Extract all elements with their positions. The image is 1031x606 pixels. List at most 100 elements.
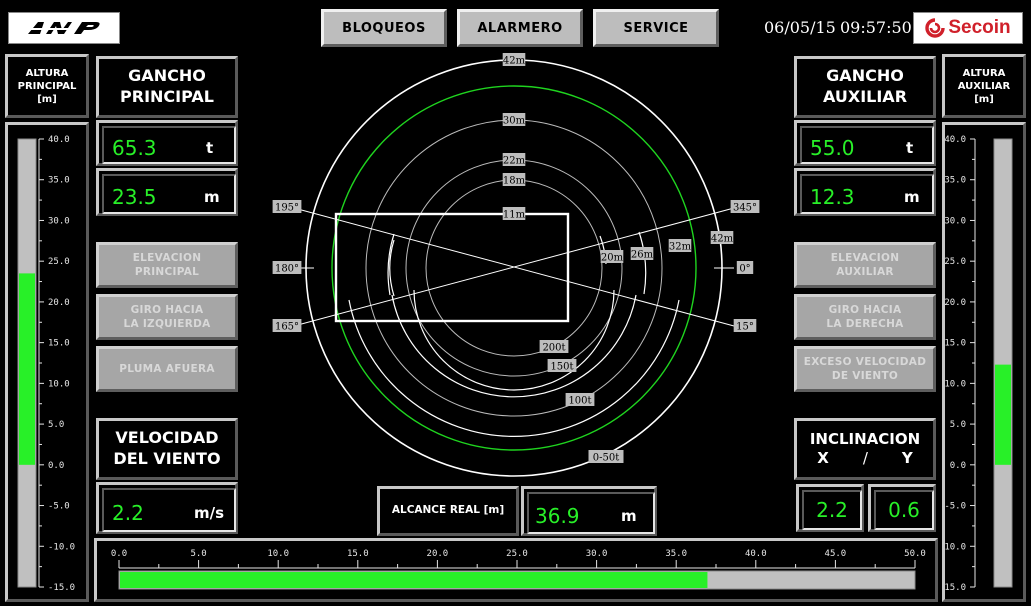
- reach-scale-panel: 0.0 5.0 10.0 15.0 20.0 25.0 30.0 35.0 40.0 45.0 50…: [94, 538, 938, 602]
- radius-label: 18m: [503, 176, 526, 187]
- auxiliar-load-value: 55.0: [810, 136, 855, 160]
- angle-label: 180°: [275, 264, 299, 275]
- auxiliar-load-display: 55.0 t: [794, 120, 936, 166]
- reach-fill: [120, 572, 708, 588]
- right-gauge-tick-label: 10.0: [945, 379, 966, 389]
- auxiliar-load-field: 55.0 t: [800, 126, 934, 164]
- secoin-brand-text: Secoin: [948, 17, 1011, 38]
- arc-label: 26m: [631, 250, 654, 261]
- exceso-viento-line2: DE VIENTO: [831, 370, 899, 382]
- elevacion-principal-line2: PRINCIPAL: [134, 266, 200, 278]
- giro-derecha-line2: LA DERECHA: [826, 318, 904, 330]
- giro-izquierda-line1: GIRO HACIA: [130, 303, 204, 316]
- capacity-label: 100t: [568, 396, 591, 407]
- reach-tick-label: 30.0: [586, 549, 608, 559]
- reach-tick-label: 25.0: [506, 549, 528, 559]
- velocidad-viento-title: VELOCIDAD DEL VIENTO: [96, 418, 238, 480]
- velocidad-viento-line1: VELOCIDAD: [115, 428, 219, 448]
- right-gauge-tick-label: 40.0: [945, 135, 966, 145]
- angle-label: 165°: [275, 322, 299, 333]
- giro-derecha-button[interactable]: GIRO HACIA LA DERECHA: [794, 294, 936, 340]
- principal-height-display: 23.5 m: [96, 168, 238, 216]
- gancho-auxiliar-title: GANCHO AUXILIAR: [794, 56, 936, 118]
- left-gauge-tick-label: 35.0: [48, 176, 70, 186]
- incl-x-display: 2.2: [796, 484, 864, 532]
- alcance-real-field: 36.9 m: [527, 492, 655, 534]
- wind-speed-unit: m/s: [194, 504, 225, 522]
- reach-tick-label: 40.0: [745, 549, 767, 559]
- principal-height-unit: m: [204, 188, 220, 206]
- date-text: 06/05/15: [764, 18, 836, 37]
- elevacion-principal-button[interactable]: ELEVACION PRINCIPAL: [96, 242, 238, 288]
- capacity-label: 0-50t: [593, 453, 619, 464]
- gancho-principal-line2: PRINCIPAL: [120, 87, 214, 106]
- principal-load-unit: t: [206, 139, 214, 157]
- left-gauge-tick-label: 30.0: [48, 216, 70, 226]
- exceso-viento-button[interactable]: EXCESO VELOCIDAD DE VIENTO: [794, 346, 936, 392]
- service-button[interactable]: SERVICE: [593, 9, 719, 47]
- altura-principal-title: ALTURA PRINCIPAL [m]: [5, 54, 89, 118]
- left-gauge-tick-label: 5.0: [48, 420, 64, 430]
- right-gauge-tick-label: 35.0: [945, 176, 966, 186]
- alcance-real-display: 36.9 m: [521, 486, 657, 536]
- reach-tick-label: 10.0: [267, 549, 289, 559]
- right-gauge-tick-label: 0.0: [950, 461, 966, 471]
- left-gauge-tick-label: 25.0: [48, 257, 70, 267]
- altura-auxiliar-title: ALTURA AUXILIAR [m]: [942, 54, 1026, 118]
- gancho-principal-title: GANCHO PRINCIPAL: [96, 56, 238, 118]
- anp-logo: [8, 12, 120, 44]
- reach-tick-label: 45.0: [825, 549, 847, 559]
- altura-auxiliar-line2: AUXILIAR: [957, 80, 1011, 92]
- gancho-auxiliar-line2: AUXILIAR: [822, 87, 908, 106]
- wind-speed-display: 2.2 m/s: [96, 482, 238, 534]
- reach-tick-label: 20.0: [427, 549, 449, 559]
- wind-speed-field: 2.2 m/s: [102, 488, 236, 532]
- alcance-real-value: 36.9: [535, 504, 580, 528]
- alarmero-button[interactable]: ALARMERO: [457, 9, 583, 47]
- right-gauge-tick-label: 25.0: [945, 257, 966, 267]
- right-gauge-tick-label: -10.0: [945, 542, 966, 552]
- right-gauge-fill: [995, 364, 1011, 465]
- elevacion-auxiliar-button[interactable]: ELEVACION AUXILIAR: [794, 242, 936, 288]
- altura-principal-line3: [m]: [37, 93, 57, 105]
- reach-tick-label: 15.0: [347, 549, 369, 559]
- radar-labels: 42m 30m 22m 18m 11m 195° 180° 165° 345° 0° 15° 20m 2…: [272, 53, 760, 464]
- radar-ring-18m: [425, 179, 603, 357]
- reach-tick-label: 35.0: [665, 549, 687, 559]
- auxiliar-height-field: 12.3 m: [800, 174, 934, 214]
- bloqueos-button[interactable]: BLOQUEOS: [321, 9, 447, 47]
- principal-height-value: 23.5: [112, 185, 157, 209]
- giro-izquierda-line2: LA IZQUIERDA: [123, 318, 211, 330]
- left-gauge-tick-label: 10.0: [48, 379, 70, 389]
- pluma-afuera-button[interactable]: PLUMA AFUERA: [96, 346, 238, 392]
- gancho-principal-line1: GANCHO: [128, 66, 206, 86]
- right-gauge-tick-label: 20.0: [945, 298, 966, 308]
- auxiliar-height-value: 12.3: [810, 185, 855, 209]
- elevacion-principal-line1: ELEVACION: [132, 251, 202, 264]
- principal-load-value: 65.3: [112, 136, 157, 160]
- right-gauge-track: [993, 138, 1013, 588]
- reach-tick-label: 50.0: [904, 549, 926, 559]
- inclinacion-axes: X / Y: [817, 449, 913, 469]
- incl-x-field: 2.2: [802, 490, 862, 530]
- left-gauge-tick-label: 15.0: [48, 339, 70, 349]
- angle-label: 15°: [736, 322, 754, 333]
- inclinacion-axis-sep: /: [862, 449, 868, 467]
- secoin-logo: Secoin: [913, 12, 1023, 44]
- giro-izquierda-button[interactable]: GIRO HACIA LA IZQUIERDA: [96, 294, 238, 340]
- altura-principal-gauge-svg: 40.0 35.0 30.0 25.0 20.0 15.0 10.0 5.0 0.0 -5.0 -1…: [17, 135, 75, 593]
- arc-label: 32m: [669, 242, 692, 253]
- left-gauge-fill: [19, 273, 35, 465]
- left-gauge-tick-label: -15.0: [48, 583, 75, 593]
- capacity-label: 200t: [542, 343, 565, 354]
- radius-label: 30m: [503, 116, 526, 127]
- principal-load-display: 65.3 t: [96, 120, 238, 166]
- slew-radar: 42m 30m 22m 18m 11m 195° 180° 165° 345° 0° 15° 20m 2…: [272, 53, 760, 477]
- alcance-real-unit: m: [621, 507, 637, 525]
- wind-speed-value: 2.2: [112, 501, 144, 525]
- velocidad-viento-line2: DEL VIENTO: [113, 449, 221, 468]
- alcance-real-label: ALCANCE REAL [m]: [377, 486, 519, 536]
- radar-ring-limit: [331, 85, 697, 451]
- arc-segment-b: [638, 231, 647, 295]
- altura-auxiliar-line1: ALTURA: [962, 67, 1006, 79]
